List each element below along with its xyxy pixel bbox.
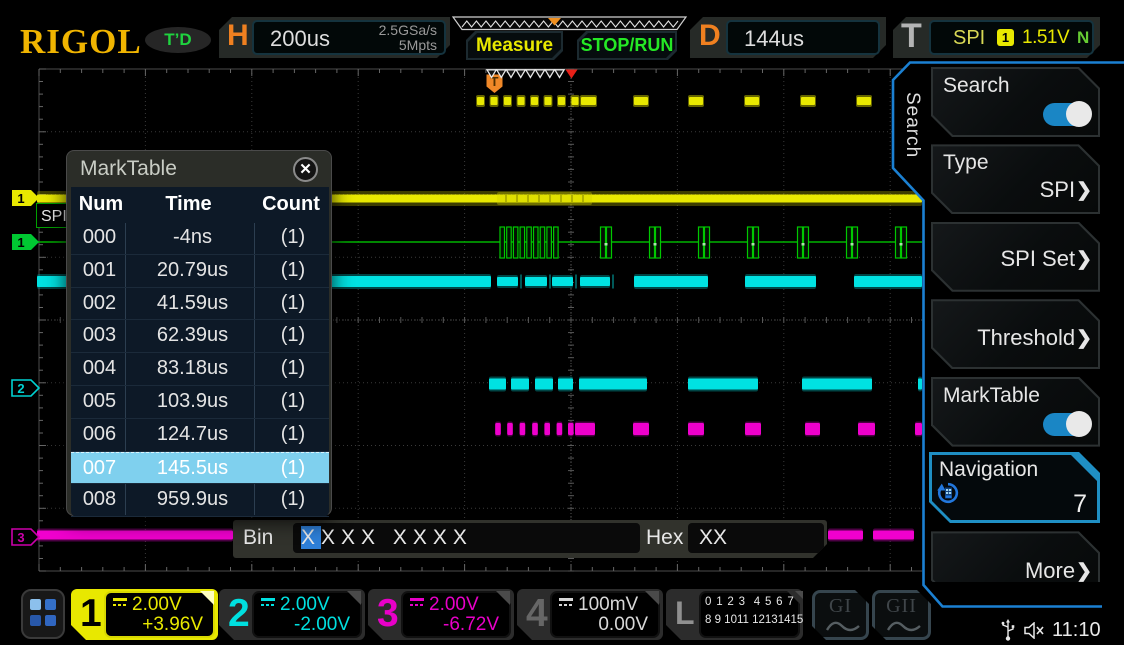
svg-text:1: 1	[17, 235, 24, 250]
svg-text:2: 2	[17, 381, 24, 396]
svg-text:SPI: SPI	[41, 208, 67, 225]
svg-text:1: 1	[17, 191, 24, 206]
svg-text:3: 3	[17, 530, 24, 545]
